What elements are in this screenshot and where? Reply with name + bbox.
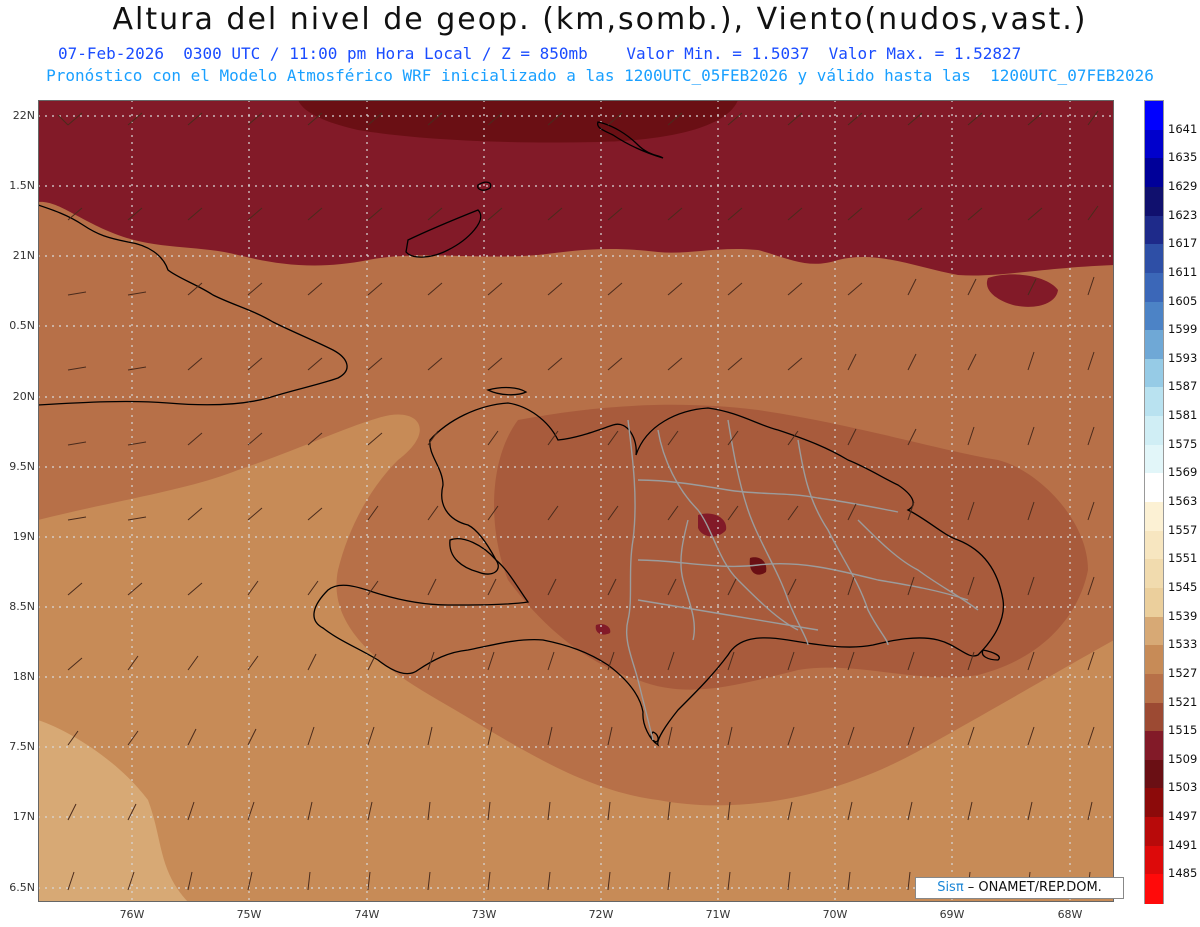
colorbar-label: 1545 [1168, 579, 1198, 594]
lon-label: 70W [822, 908, 848, 921]
colorbar-swatch [1145, 215, 1163, 245]
colorbar-swatch [1145, 817, 1163, 847]
credit-text: – ONAMET/REP.DOM. [963, 880, 1102, 895]
lat-label: 9.5N [9, 460, 35, 473]
lon-label: 69W [939, 908, 965, 921]
colorbar-label: 1551 [1168, 551, 1198, 566]
lat-label: 21N [12, 249, 35, 262]
lon-label: 75W [236, 908, 262, 921]
colorbar [1144, 100, 1164, 904]
colorbar-swatch [1145, 645, 1163, 675]
lat-label: 8.5N [9, 600, 35, 613]
lat-label: 18N [12, 670, 35, 683]
colorbar-label: 1599 [1168, 322, 1198, 337]
lon-label: 72W [588, 908, 614, 921]
lat-label: 20N [12, 390, 35, 403]
colorbar-swatch [1145, 587, 1163, 618]
forecast-map [38, 100, 1114, 902]
colorbar-label: 1569 [1168, 465, 1198, 480]
colorbar-swatch [1145, 616, 1163, 646]
lat-label: 7.5N [9, 740, 35, 753]
colorbar-swatch [1145, 416, 1163, 446]
colorbar-swatch [1145, 387, 1163, 417]
colorbar-swatch [1145, 788, 1163, 818]
colorbar-swatch [1145, 330, 1163, 360]
colorbar-label: 1539 [1168, 608, 1198, 623]
lon-label: 68W [1057, 908, 1083, 921]
colorbar-label: 1611 [1168, 264, 1198, 279]
colorbar-swatch [1145, 101, 1163, 131]
colorbar-swatch [1145, 244, 1163, 274]
colorbar-label: 1563 [1168, 494, 1198, 508]
valid-time-line: 07-Feb-2026 0300 UTC / 11:00 pm Hora Loc… [58, 44, 1022, 63]
lon-label: 71W [705, 908, 731, 921]
colorbar-swatch [1145, 759, 1163, 790]
colorbar-swatch [1145, 502, 1163, 532]
colorbar-swatch [1145, 530, 1163, 560]
lat-label: 0.5N [9, 319, 35, 332]
colorbar-swatch [1145, 702, 1163, 732]
lon-label: 74W [354, 908, 380, 921]
lat-label: 19N [12, 530, 35, 543]
colorbar-swatch [1145, 186, 1163, 217]
colorbar-swatch [1145, 559, 1163, 589]
colorbar-label: 1485 [1168, 866, 1198, 881]
colorbar-swatch [1145, 673, 1163, 704]
colorbar-swatch [1145, 444, 1163, 474]
colorbar-label: 1527 [1168, 665, 1198, 680]
colorbar-label: 1575 [1168, 436, 1198, 451]
map-title: Altura del nivel de geop. (km,somb.), Vi… [112, 2, 1088, 37]
credit-box: Sisπ – ONAMET/REP.DOM. [915, 877, 1124, 899]
sispi-logo-text: Sisπ [937, 880, 964, 895]
colorbar-swatch [1145, 845, 1163, 875]
colorbar-label: 1491 [1168, 837, 1198, 852]
colorbar-label: 1623 [1168, 207, 1198, 222]
lat-label: 22N [12, 109, 35, 122]
colorbar-label: 1503 [1168, 780, 1198, 795]
model-info-line: Pronóstico con el Modelo Atmosférico WRF… [46, 66, 1154, 85]
colorbar-swatch [1145, 158, 1163, 188]
colorbar-swatch [1145, 731, 1163, 761]
colorbar-label: 1605 [1168, 293, 1198, 308]
colorbar-swatch [1145, 272, 1163, 303]
colorbar-swatch [1145, 874, 1163, 904]
lat-label: 1.5N [9, 179, 35, 192]
colorbar-label: 1557 [1168, 522, 1198, 537]
colorbar-label: 1629 [1168, 178, 1198, 193]
colorbar-label: 1593 [1168, 350, 1198, 365]
colorbar-swatch [1145, 301, 1163, 331]
lon-label: 73W [471, 908, 497, 921]
colorbar-swatch [1145, 129, 1163, 159]
colorbar-label: 1581 [1168, 408, 1198, 423]
colorbar-label: 1497 [1168, 809, 1198, 824]
colorbar-label: 1509 [1168, 751, 1198, 766]
colorbar-label: 1521 [1168, 694, 1198, 709]
colorbar-swatch [1145, 473, 1163, 503]
lat-label: 17N [12, 810, 35, 823]
colorbar-swatch [1145, 358, 1163, 389]
colorbar-label: 1515 [1168, 723, 1198, 738]
colorbar-label: 1587 [1168, 379, 1198, 394]
colorbar-label: 1641 [1168, 121, 1198, 136]
colorbar-label: 1617 [1168, 236, 1198, 251]
lon-label: 76W [119, 908, 145, 921]
lat-label: 6.5N [9, 881, 35, 894]
colorbar-label: 1533 [1168, 637, 1198, 652]
colorbar-label: 1635 [1168, 150, 1198, 165]
